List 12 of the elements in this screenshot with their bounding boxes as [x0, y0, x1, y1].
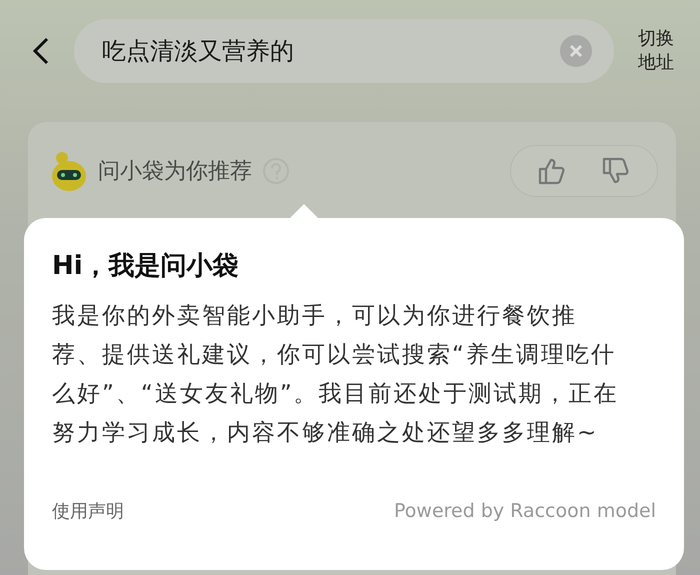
mascot-icon — [50, 150, 88, 192]
powered-by-text: Powered by Raccoon model — [394, 500, 656, 522]
search-field[interactable]: 吃点清淡又营养的 — [74, 19, 614, 83]
back-icon[interactable] — [32, 36, 50, 66]
thumbs-up-icon[interactable] — [537, 156, 567, 186]
thumbs-down-icon[interactable] — [601, 156, 631, 186]
switch-address-button[interactable]: 切换地址 — [632, 27, 680, 75]
usage-statement-link[interactable]: 使用声明 — [52, 499, 124, 523]
recommend-title: 问小袋为你推荐 — [98, 158, 252, 186]
popup-text: 我是你的外卖智能小助手，可以为你进行餐饮推荐、提供送礼建议，你可以尝试搜索“养生调理吃什么好”、“送女友礼物”。我目前还处于测试期，正在努力学习成长，内容不够准确之处还望多多理解~ — [52, 302, 620, 448]
clear-icon[interactable] — [560, 35, 592, 67]
popup-title: Hi，我是问小袋 — [52, 250, 240, 283]
